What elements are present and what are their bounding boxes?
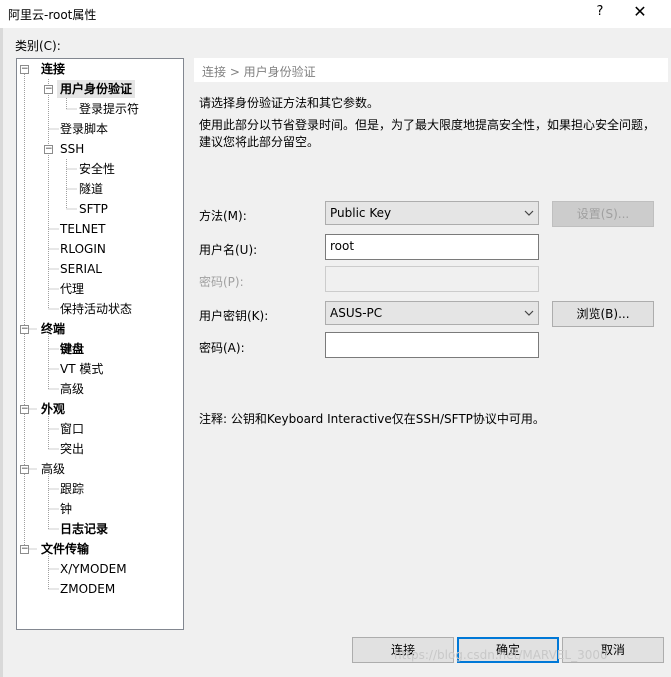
- tree-item-connection[interactable]: 连接: [41, 60, 65, 78]
- note-text: 注释: 公钥和Keyboard Interactive仅在SSH/SFTP协议中…: [199, 412, 545, 426]
- tree-item-sftp[interactable]: SFTP: [79, 200, 108, 218]
- chevron-down-icon: [524, 310, 534, 316]
- tree-item-logging[interactable]: 日志记录: [60, 520, 108, 538]
- description-primary: 请选择身份验证方法和其它参数。: [199, 96, 380, 110]
- section-header: 连接 > 用户身份验证: [194, 58, 668, 82]
- tree-item-ssh[interactable]: SSH: [60, 140, 84, 158]
- tree-item-user-auth[interactable]: 用户身份验证: [57, 80, 136, 98]
- category-tree[interactable]: − 连接 − 用户身份验证 登录提示符 登录脚本 − SSH 安全性 隧道 SF…: [16, 58, 184, 630]
- tree-item-rlogin[interactable]: RLOGIN: [60, 240, 106, 258]
- collapse-icon[interactable]: −: [44, 145, 53, 154]
- tree-item-serial[interactable]: SERIAL: [60, 260, 102, 278]
- background-window-edge: [0, 28, 3, 677]
- method-select[interactable]: Public Key: [325, 201, 539, 225]
- tree-item-advanced[interactable]: 高级: [41, 460, 65, 478]
- tree-item-keyboard[interactable]: 键盘: [60, 340, 84, 358]
- password-field[interactable]: [325, 266, 539, 292]
- user-key-select[interactable]: ASUS-PC: [325, 301, 539, 325]
- collapse-icon[interactable]: −: [20, 545, 29, 554]
- watermark: https://blog.csdn.net/MARVEL_3000: [394, 648, 608, 662]
- tree-item-bell[interactable]: 钟: [60, 500, 72, 518]
- user-key-value: ASUS-PC: [330, 306, 383, 320]
- method-value: Public Key: [330, 206, 392, 220]
- tree-item-terminal-advanced[interactable]: 高级: [60, 380, 84, 398]
- tree-item-window[interactable]: 窗口: [60, 420, 84, 438]
- description-secondary: 使用此部分以节省登录时间。但是，为了最大限度地提高安全性，如果担心安全问题，建议…: [199, 118, 656, 149]
- username-field[interactable]: root: [325, 234, 539, 260]
- tree-item-telnet[interactable]: TELNET: [60, 220, 106, 238]
- passphrase-field[interactable]: [325, 332, 539, 358]
- collapse-icon[interactable]: −: [20, 465, 29, 474]
- password-label: 密码(P):: [199, 275, 244, 289]
- tree-item-security[interactable]: 安全性: [79, 160, 115, 178]
- username-label: 用户名(U):: [199, 243, 258, 257]
- tree-item-login-prompts[interactable]: 登录提示符: [79, 100, 139, 118]
- tree-item-zmodem[interactable]: ZMODEM: [60, 580, 115, 598]
- collapse-icon[interactable]: −: [20, 325, 29, 334]
- tree-item-vt-mode[interactable]: VT 模式: [60, 360, 103, 378]
- collapse-icon[interactable]: −: [20, 65, 29, 74]
- tree-item-terminal[interactable]: 终端: [41, 320, 65, 338]
- settings-button[interactable]: 设置(S)...: [552, 201, 654, 227]
- title-bar: 阿里云-root属性 ? ✕: [0, 0, 671, 28]
- tree-item-file-transfer[interactable]: 文件传输: [41, 540, 89, 558]
- collapse-icon[interactable]: −: [20, 405, 29, 414]
- tree-item-proxy[interactable]: 代理: [60, 280, 84, 298]
- username-value: root: [330, 239, 355, 253]
- close-icon[interactable]: ✕: [629, 2, 651, 21]
- method-label: 方法(M):: [199, 209, 247, 223]
- tree-item-trace[interactable]: 跟踪: [60, 480, 84, 498]
- help-icon[interactable]: ?: [590, 4, 610, 19]
- category-label: 类别(C):: [15, 39, 61, 53]
- tree-item-appearance[interactable]: 外观: [41, 400, 65, 418]
- tree-item-highlight[interactable]: 突出: [60, 440, 84, 458]
- user-key-label: 用户密钥(K):: [199, 309, 269, 323]
- tree-item-login-script[interactable]: 登录脚本: [60, 120, 108, 138]
- tree-item-tunnel[interactable]: 隧道: [79, 180, 103, 198]
- breadcrumb: 连接 > 用户身份验证: [202, 65, 316, 79]
- tree-item-xymodem[interactable]: X/YMODEM: [60, 560, 127, 578]
- window-title: 阿里云-root属性: [8, 8, 97, 22]
- tree-item-keepalive[interactable]: 保持活动状态: [60, 300, 132, 318]
- collapse-icon[interactable]: −: [44, 85, 53, 94]
- browse-button[interactable]: 浏览(B)...: [552, 301, 654, 327]
- chevron-down-icon: [524, 210, 534, 216]
- passphrase-label: 密码(A):: [199, 341, 245, 355]
